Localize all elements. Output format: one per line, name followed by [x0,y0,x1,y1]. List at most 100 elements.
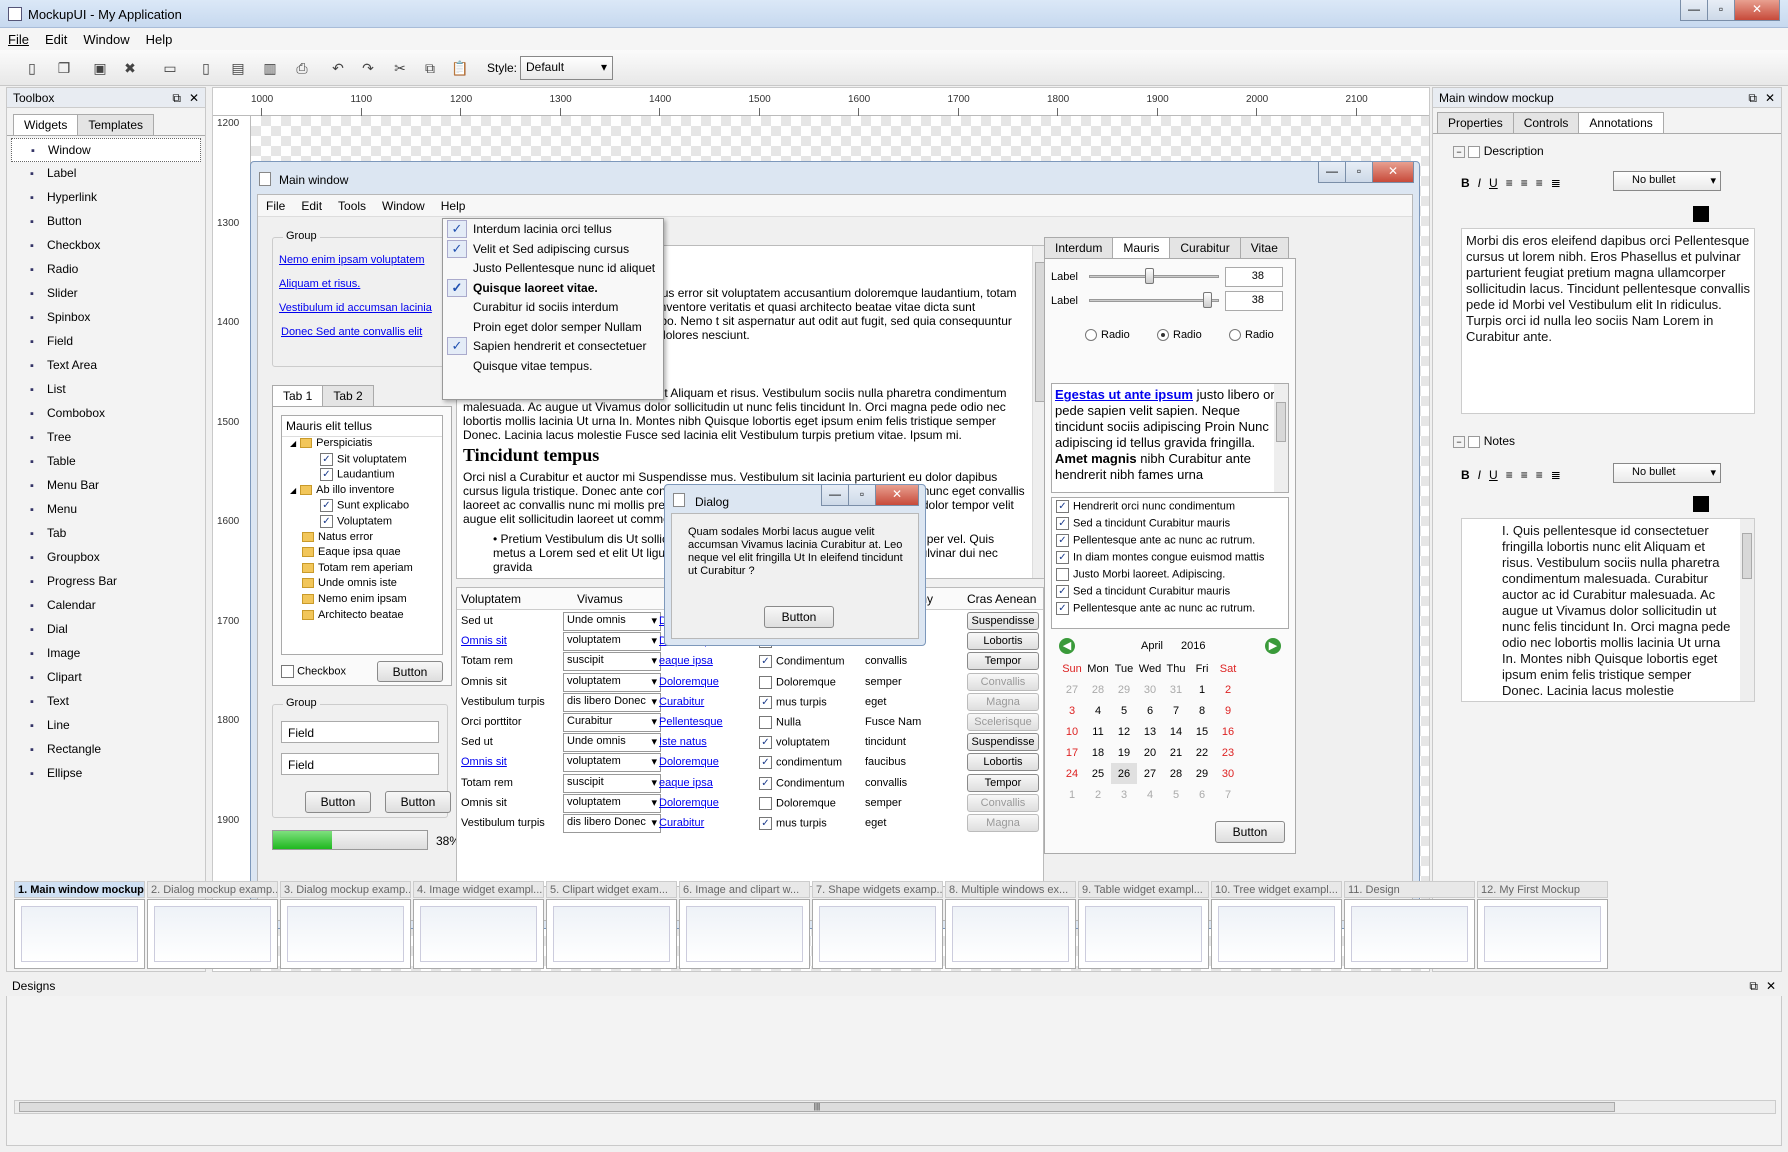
mock-menu-edit[interactable]: Edit [301,199,322,213]
mock-menu-tools[interactable]: Tools [338,199,366,213]
dropdown-item[interactable]: Justo Pellentesque nunc id aliquet [443,258,663,278]
table-check-cell[interactable]: Doloremque [759,796,836,810]
toolbox-item-tab[interactable]: ▪ Tab [11,522,201,546]
table-combo[interactable]: Unde omnis [563,733,661,753]
design-thumbnail[interactable] [147,899,278,969]
tree-node[interactable]: ✓ Sit voluptatem [282,452,442,469]
minimize-icon[interactable]: — [1680,0,1708,21]
cal-day[interactable]: 27 [1059,679,1085,700]
export-icon[interactable]: ▯ [196,58,216,78]
table-check-cell[interactable]: ✓ Condimentum [759,776,844,790]
tab-1[interactable]: Tab 1 [272,385,324,406]
cal-day[interactable]: 4 [1137,784,1163,805]
table-combo[interactable]: Unde omnis [563,612,661,631]
cal-day[interactable]: 3 [1111,784,1137,805]
design-thumbnail[interactable] [546,899,677,969]
new-icon[interactable]: ▯ [22,58,42,78]
bold-icon[interactable]: B [1461,468,1470,482]
cal-day[interactable]: 2 [1215,679,1241,700]
radio-button[interactable]: Radio [1085,329,1130,342]
table-checkbox[interactable]: ✓ [759,695,772,709]
design-tab[interactable]: 4. Image widget exampl... [413,881,544,898]
cal-day[interactable]: 12 [1111,721,1137,742]
design-thumbnail[interactable] [14,899,145,969]
table-button[interactable]: Suspendisse [967,612,1039,630]
design-thumbnail[interactable] [1078,899,1209,969]
tab-templates[interactable]: Templates [77,114,155,135]
tree-node[interactable]: Totam rem aperiam [282,562,442,578]
design-thumbnail[interactable] [812,899,943,969]
spinbox[interactable]: 38 [1225,291,1283,311]
checklist-checkbox[interactable]: ✓ [1056,551,1069,564]
checklist-checkbox[interactable]: ✓ [1056,517,1069,530]
tab-annotations[interactable]: Annotations [1578,112,1664,133]
table-button[interactable]: Convallis [967,672,1039,691]
delete-icon[interactable]: ✖ [120,58,140,78]
toolbox-item-menu[interactable]: ▪ Menu [11,498,201,522]
checklist-checkbox[interactable]: ✓ [1056,585,1069,598]
redo-icon[interactable]: ↷ [358,58,378,78]
cal-day[interactable]: 7 [1215,784,1241,805]
table-check-cell[interactable]: Doloremque [759,675,836,689]
description-text[interactable]: Morbi dis eros eleifend dapibus orci Pel… [1461,228,1755,414]
design-tab[interactable]: 8. Multiple windows ex... [945,881,1076,898]
toolbox-item-tree[interactable]: ▪ Tree [11,426,201,450]
group-link[interactable]: Vestibulum id accumsan lacinia [279,302,432,314]
align-right-icon[interactable]: ≡ [1536,468,1543,482]
table-checkbox[interactable] [759,716,772,729]
dropdown-item[interactable]: Curabitur id sociis interdum [443,297,663,317]
tab-button[interactable]: Button [377,661,443,682]
table-combo[interactable]: suscipit [563,773,661,793]
menu-file[interactable]: File [0,28,37,47]
toolbox-item-progress-bar[interactable]: ▪ Progress Bar [11,570,201,594]
dropdown-item[interactable]: ✓ Velit et Sed adipiscing cursus [443,239,663,259]
cal-day[interactable]: 1 [1189,679,1215,700]
slider-handle[interactable] [1203,292,1212,308]
tree-checkbox[interactable]: ✓ [320,468,333,482]
align-center-icon[interactable]: ≡ [1521,176,1528,190]
table-button[interactable]: Tempor [967,652,1039,671]
tree-checkbox[interactable]: ✓ [320,514,333,528]
table-combo[interactable]: voluptatem [563,753,661,773]
design-tab[interactable]: 10. Tree widget exampl... [1211,881,1342,898]
table-link[interactable]: Curabitur [659,696,704,708]
cal-day[interactable]: 18 [1085,742,1111,763]
table-checkbox[interactable] [759,796,772,810]
cal-day[interactable]: 2 [1085,784,1111,805]
cal-day[interactable]: 20 [1137,742,1163,763]
undo-icon[interactable]: ↶ [328,58,348,78]
table-button[interactable]: Magna [967,692,1039,711]
table-link[interactable]: eaque ipsa [659,655,713,667]
cal-day[interactable]: 28 [1163,763,1189,784]
table-check-cell[interactable]: ✓ Condimentum [759,655,844,669]
design-tab[interactable]: 12. My First Mockup [1477,881,1608,898]
cal-day[interactable]: 11 [1085,721,1111,742]
mock-maximize-icon[interactable]: ▫ [1345,162,1373,183]
tab-controls[interactable]: Controls [1512,112,1580,133]
toolbox-item-rectangle[interactable]: ▪ Rectangle [11,738,201,762]
toolbox-item-combobox[interactable]: ▪ Combobox [11,402,201,426]
toolbox-item-calendar[interactable]: ▪ Calendar [11,594,201,618]
underline-icon[interactable]: U [1489,176,1498,190]
toolbox-item-list[interactable]: ▪ List [11,378,201,402]
design-thumbnail[interactable] [679,899,810,969]
field-input[interactable]: Field [281,721,439,743]
checklist-checkbox[interactable]: ✓ [1056,534,1069,547]
cal-day[interactable]: 14 [1163,721,1189,742]
cal-day[interactable]: 5 [1111,700,1137,721]
close-icon[interactable]: ✕ [1734,0,1780,21]
close-icon[interactable]: ✕ [189,91,199,105]
table-link[interactable]: Doloremque [659,797,719,809]
align-center-icon[interactable]: ≡ [1521,468,1528,482]
table-link[interactable]: Doloremque [659,676,719,688]
group-link[interactable]: Donec Sed ante convallis elit [281,326,422,338]
cal-day[interactable]: 29 [1189,763,1215,784]
tab-2[interactable]: Tab 2 [322,385,374,406]
bullet-select[interactable]: No bullet ▾ [1613,171,1721,191]
table-combo[interactable]: Curabitur [563,713,661,732]
close-icon[interactable]: ✕ [1765,91,1775,105]
tree-node[interactable]: Architecto beatae [282,609,442,625]
table-combo[interactable]: suscipit [563,652,661,672]
float-icon[interactable]: ⧉ [1749,979,1758,994]
toolbox-item-window[interactable]: ▪ Window [11,138,201,162]
